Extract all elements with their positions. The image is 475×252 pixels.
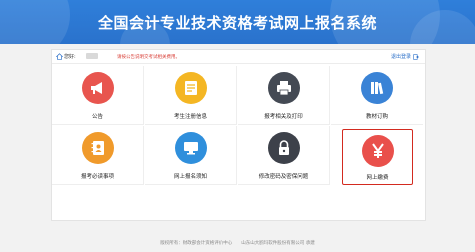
logout-icon xyxy=(413,53,419,60)
tile-online-payment[interactable]: 网上缴费 xyxy=(342,129,413,185)
tile-announcement[interactable]: 公告 xyxy=(52,66,144,125)
tile-change-password[interactable]: 修改密码及密保问题 xyxy=(238,126,330,185)
megaphone-icon xyxy=(82,72,114,104)
tile-label: 报考必读事项 xyxy=(80,174,114,180)
tile-label: 教材订购 xyxy=(365,114,388,120)
fee-notice: 请按公告说明交考试相关费用。 xyxy=(117,55,180,60)
footer-copyright: 版权所有：财政部会计资格评价中心 山东山大鸥玛软件股份有限公司 承建 xyxy=(160,241,315,246)
home-icon[interactable] xyxy=(56,53,63,60)
tile-label: 报考相关及打印 xyxy=(264,114,303,120)
registration-info-icon xyxy=(175,72,207,104)
yuan-payment-icon xyxy=(362,135,394,167)
logout-label: 退出登录 xyxy=(390,54,411,60)
logout-button[interactable]: 退出登录 xyxy=(391,53,419,60)
tile-label: 考生注册信息 xyxy=(173,114,207,120)
tile-label: 修改密码及密保问题 xyxy=(258,174,309,180)
greeting-label: 您好: xyxy=(64,54,76,60)
tile-print[interactable]: 报考相关及打印 xyxy=(238,66,330,125)
tile-must-read[interactable]: 报考必读事项 xyxy=(52,126,144,185)
function-grid: 公告 考生注册信息 报考相关及打印 教材订购 报考必读事项 网上报名须知 修改密… xyxy=(52,66,425,216)
books-icon xyxy=(361,72,393,104)
tile-online-registration-notice[interactable]: 网上报名须知 xyxy=(145,126,237,185)
username-redacted xyxy=(86,53,98,59)
tile-label: 网上缴费 xyxy=(366,175,389,181)
contacts-book-icon xyxy=(82,132,114,164)
tile-label: 公告 xyxy=(91,114,103,120)
user-bar: 您好: 请按公告说明交考试相关费用。 退出登录 xyxy=(52,50,425,64)
tile-registration-info[interactable]: 考生注册信息 xyxy=(145,66,237,125)
tile-label: 网上报名须知 xyxy=(173,174,207,180)
tile-textbook-order[interactable]: 教材订购 xyxy=(331,66,423,125)
monitor-icon xyxy=(175,132,207,164)
main-panel: 您好: 请按公告说明交考试相关费用。 退出登录 公告 考生注册信息 报考相关及打… xyxy=(51,49,426,221)
page-title: 全国会计专业技术资格考试网上报名系统 xyxy=(97,14,377,32)
header-banner: 全国会计专业技术资格考试网上报名系统 xyxy=(0,0,475,44)
lock-icon xyxy=(268,132,300,164)
printer-icon xyxy=(268,72,300,104)
